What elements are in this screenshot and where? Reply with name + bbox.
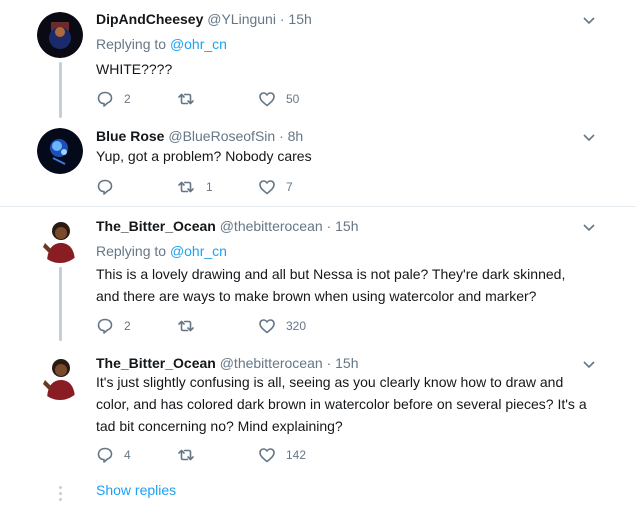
timestamp[interactable]: 8h bbox=[288, 128, 304, 144]
separator-dot: · bbox=[279, 11, 285, 27]
thread-line bbox=[59, 267, 62, 341]
chevron-down-icon[interactable] bbox=[582, 13, 596, 27]
heart-icon bbox=[259, 448, 275, 463]
avatar[interactable] bbox=[37, 128, 83, 174]
reply-icon bbox=[97, 447, 113, 463]
avatar[interactable] bbox=[37, 217, 83, 263]
timestamp[interactable]: 15h bbox=[335, 355, 358, 371]
reply-icon bbox=[97, 179, 113, 195]
chevron-down-icon[interactable] bbox=[582, 130, 596, 144]
tweet-header: The_Bitter_Ocean @thebitterocean · 15h bbox=[96, 218, 358, 234]
avatar[interactable] bbox=[37, 12, 83, 58]
retweet-icon bbox=[178, 449, 194, 461]
user-handle[interactable]: @thebitterocean bbox=[220, 218, 323, 234]
tweet-header: DipAndCheesey @YLinguni · 15h bbox=[96, 11, 312, 27]
tweet-actions: 4 142 bbox=[96, 445, 396, 465]
retweet-count: 1 bbox=[206, 180, 213, 194]
retweet-button[interactable] bbox=[176, 89, 206, 109]
tweet-text-line: It's just slightly confusing is all, see… bbox=[96, 374, 564, 390]
thread-dot bbox=[59, 498, 62, 501]
timestamp[interactable]: 15h bbox=[288, 11, 311, 27]
like-count: 320 bbox=[286, 319, 307, 333]
retweet-button[interactable] bbox=[176, 316, 206, 336]
reply-button[interactable]: 4 bbox=[96, 445, 131, 465]
user-handle[interactable]: @YLinguni bbox=[207, 11, 276, 27]
user-handle[interactable]: @BlueRoseofSin bbox=[168, 128, 275, 144]
tweet-header: Blue Rose @BlueRoseofSin · 8h bbox=[96, 128, 303, 144]
timestamp[interactable]: 15h bbox=[335, 218, 358, 234]
tweet-text-line: and there are ways to make brown when us… bbox=[96, 288, 537, 304]
tweet-text: This is a lovely drawing and all but Nes… bbox=[96, 263, 596, 307]
display-name[interactable]: Blue Rose bbox=[96, 128, 164, 144]
separator-dot: · bbox=[279, 128, 284, 144]
separator-dot: · bbox=[326, 218, 332, 234]
tweet-text: It's just slightly confusing is all, see… bbox=[96, 371, 596, 437]
like-button[interactable]: 50 bbox=[258, 89, 299, 109]
chevron-down-icon[interactable] bbox=[582, 220, 596, 234]
retweet-icon bbox=[178, 320, 194, 332]
thread-dot bbox=[59, 492, 62, 495]
heart-icon bbox=[259, 319, 275, 334]
reply-count: 2 bbox=[124, 92, 131, 106]
display-name[interactable]: The_Bitter_Ocean bbox=[96, 218, 216, 234]
retweet-button[interactable] bbox=[176, 445, 206, 465]
tweet-text-line: color, and has colored dark brown in wat… bbox=[96, 396, 587, 412]
like-button[interactable]: 142 bbox=[258, 445, 306, 465]
replying-prefix: Replying to bbox=[96, 36, 167, 52]
tweet-actions: 1 7 bbox=[96, 177, 396, 197]
display-name[interactable]: DipAndCheesey bbox=[96, 11, 203, 27]
mention-link[interactable]: @ohr_cn bbox=[170, 243, 227, 259]
tweet-actions: 2 50 bbox=[96, 89, 396, 109]
display-name[interactable]: The_Bitter_Ocean bbox=[96, 355, 216, 371]
like-count: 142 bbox=[286, 448, 307, 462]
reply-icon bbox=[97, 318, 113, 334]
show-replies-link[interactable]: Show replies bbox=[96, 482, 176, 498]
thread-dot bbox=[59, 486, 62, 489]
tweet-text-line: This is a lovely drawing and all but Nes… bbox=[96, 266, 566, 282]
user-handle[interactable]: @thebitterocean bbox=[220, 355, 323, 371]
retweet-button[interactable]: 1 bbox=[176, 177, 213, 197]
tweet-header: The_Bitter_Ocean @thebitterocean · 15h bbox=[96, 355, 358, 371]
separator-dot: · bbox=[326, 355, 332, 371]
reply-button[interactable] bbox=[96, 177, 124, 197]
chevron-down-icon[interactable] bbox=[582, 357, 596, 371]
reply-count: 4 bbox=[124, 448, 131, 462]
replying-to: Replying to @ohr_cn bbox=[96, 243, 227, 259]
thread-line bbox=[59, 62, 62, 118]
heart-icon bbox=[259, 92, 275, 107]
reply-button[interactable]: 2 bbox=[96, 89, 131, 109]
tweet-text-line: tad bit concerning no? Mind explaining? bbox=[96, 418, 343, 434]
tweet-actions: 2 320 bbox=[96, 316, 396, 336]
tweet-text: Yup, got a problem? Nobody cares bbox=[96, 148, 312, 164]
mention-link[interactable]: @ohr_cn bbox=[170, 36, 227, 52]
like-count: 50 bbox=[286, 92, 300, 106]
tweet-text: WHITE???? bbox=[96, 61, 173, 77]
heart-icon bbox=[259, 180, 275, 195]
like-button[interactable]: 7 bbox=[258, 177, 293, 197]
replying-prefix: Replying to bbox=[96, 243, 167, 259]
like-button[interactable]: 320 bbox=[258, 316, 306, 336]
divider bbox=[0, 206, 636, 207]
retweet-icon bbox=[178, 93, 194, 105]
avatar[interactable] bbox=[37, 354, 83, 400]
like-count: 7 bbox=[286, 180, 293, 194]
retweet-icon bbox=[178, 181, 194, 193]
reply-button[interactable]: 2 bbox=[96, 316, 131, 336]
replying-to: Replying to @ohr_cn bbox=[96, 36, 227, 52]
reply-count: 2 bbox=[124, 319, 131, 333]
reply-icon bbox=[97, 91, 113, 107]
